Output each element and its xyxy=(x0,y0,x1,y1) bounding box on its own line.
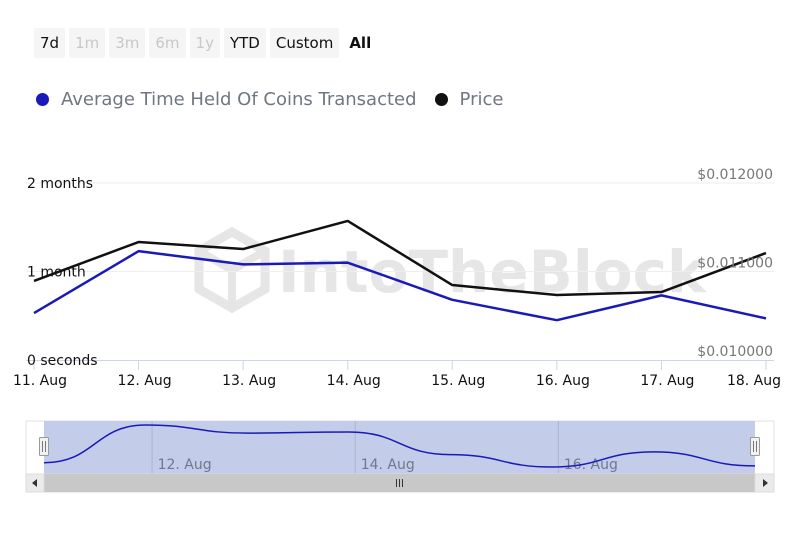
navigator-tick-label: 12. Aug xyxy=(158,457,212,473)
navigator-tick-label: 16. Aug xyxy=(564,457,618,473)
right-tick-label: $0.011000 xyxy=(697,256,773,272)
right-axis: $0.010000 $0.011000 $0.012000 xyxy=(697,167,773,360)
x-tick-label: 13. Aug xyxy=(222,373,276,389)
chart-canvas: IntoTheBlock 11. Aug 12. Aug 13. Aug 14. Au… xyxy=(13,167,781,493)
watermark: IntoTheBlock xyxy=(194,226,707,314)
x-tick-label: 18. Aug xyxy=(727,373,781,389)
x-tick-label: 17. Aug xyxy=(640,373,694,389)
scrollbar[interactable] xyxy=(25,473,775,493)
watermark-logo-icon xyxy=(194,226,270,314)
navigator-handle-right[interactable] xyxy=(750,437,760,456)
left-tick-label: 0 seconds xyxy=(27,353,98,369)
right-tick-label: $0.012000 xyxy=(697,167,773,183)
navigator-handle-left[interactable] xyxy=(39,437,49,456)
x-tick-label: 14. Aug xyxy=(327,373,381,389)
x-tick-label: 16. Aug xyxy=(536,373,590,389)
navigator[interactable]: 12. Aug 14. Aug 16. Aug xyxy=(25,420,775,475)
left-tick-label: 1 month xyxy=(27,265,86,281)
scroll-right-button[interactable] xyxy=(754,473,775,493)
scroll-left-button[interactable] xyxy=(25,473,45,493)
left-axis: 0 seconds 1 month 2 months xyxy=(27,176,98,369)
x-tick-label: 11. Aug xyxy=(13,373,67,389)
right-tick-label: $0.010000 xyxy=(697,344,773,360)
left-tick-label: 2 months xyxy=(27,176,93,192)
navigator-tick-label: 14. Aug xyxy=(361,457,415,473)
x-tick-label: 15. Aug xyxy=(431,373,485,389)
x-axis: 11. Aug 12. Aug 13. Aug 14. Aug 15. Aug 16. A… xyxy=(13,360,781,389)
x-tick-label: 12. Aug xyxy=(118,373,172,389)
